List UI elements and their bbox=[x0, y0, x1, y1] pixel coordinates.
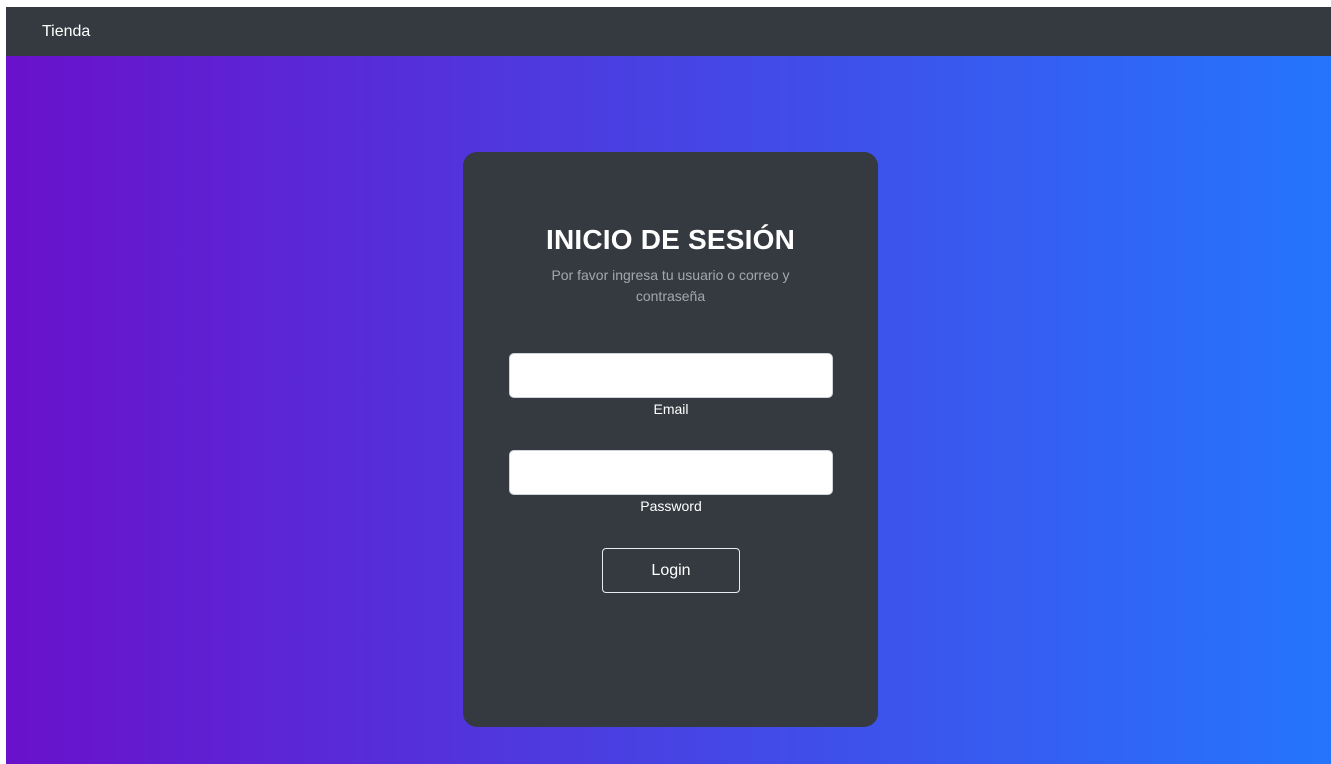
password-label: Password bbox=[640, 498, 702, 514]
email-input[interactable] bbox=[509, 353, 833, 398]
login-card: INICIO DE SESIÓN Por favor ingresa tu us… bbox=[463, 152, 878, 727]
password-input[interactable] bbox=[509, 450, 833, 495]
gradient-background: INICIO DE SESIÓN Por favor ingresa tu us… bbox=[6, 56, 1331, 764]
login-button[interactable]: Login bbox=[602, 548, 740, 593]
email-label: Email bbox=[653, 401, 689, 417]
login-subtitle: Por favor ingresa tu usuario o correo y … bbox=[551, 267, 790, 304]
navbar-brand-link[interactable]: Tienda bbox=[42, 23, 90, 41]
login-title: INICIO DE SESIÓN bbox=[545, 224, 796, 255]
top-navbar: Tienda bbox=[6, 7, 1331, 56]
email-field-group: Email bbox=[509, 353, 833, 417]
password-field-group: Password bbox=[509, 450, 833, 514]
page-frame: Tienda INICIO DE SESIÓN Por favor ingres… bbox=[6, 7, 1331, 764]
